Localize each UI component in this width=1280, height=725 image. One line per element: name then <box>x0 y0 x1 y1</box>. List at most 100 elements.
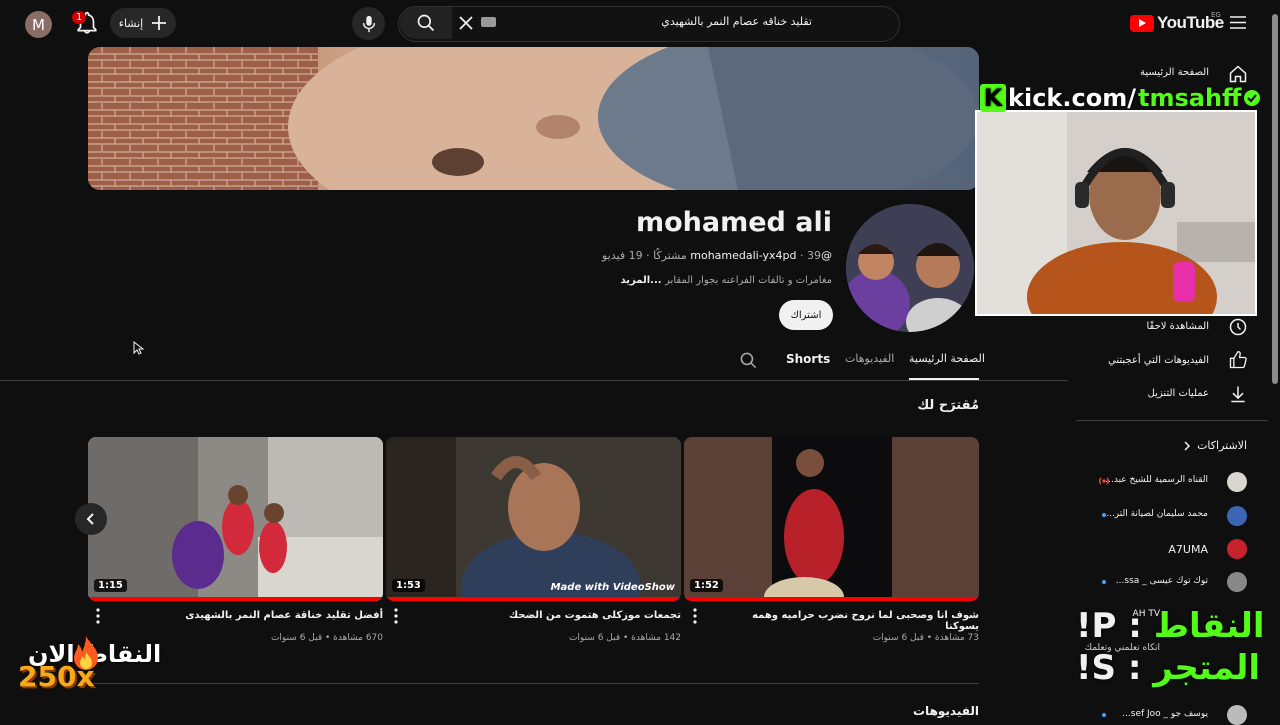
channel-avatar-small[interactable] <box>1227 539 1247 559</box>
mouse-cursor-icon <box>133 341 145 355</box>
banner-image <box>88 47 979 190</box>
channel-avatar[interactable] <box>846 204 974 332</box>
video-thumbnail[interactable]: 1:53 Made with VideoShow <box>386 437 681 601</box>
section-title-for-you: مُقترَح لك <box>917 398 979 413</box>
more-vert-icon <box>394 608 398 624</box>
points-command-label: النقاط <box>1153 606 1265 646</box>
channel-search-button[interactable] <box>739 351 758 370</box>
clock-icon[interactable] <box>1228 317 1248 337</box>
channel-name: mohamed ali <box>635 207 832 238</box>
keyboard-icon[interactable] <box>481 17 496 27</box>
microphone-icon <box>362 15 375 32</box>
kick-overlay: K kick.com/tmsahff <box>980 84 1261 112</box>
sidebar-item-watch-later[interactable]: المشاهدة لاحقًا <box>1146 321 1209 332</box>
watch-progress-bar <box>684 597 979 601</box>
tab-home[interactable]: الصفحة الرئيسية <box>909 352 985 365</box>
subscriptions-header[interactable]: الاشتراكات <box>1183 439 1247 452</box>
tab-shorts[interactable]: Shorts <box>786 352 830 366</box>
more-vert-icon <box>96 608 100 624</box>
video-title[interactable]: أفضل تقليد خناقة عصام النمر بالشهيدى <box>123 610 383 621</box>
channel-avatar-small[interactable] <box>1227 506 1247 526</box>
video-title[interactable]: شوف انا وصحبى لما نروح نضرب حراميه وهمه … <box>719 610 979 632</box>
search-icon <box>417 14 435 32</box>
close-icon <box>459 16 473 30</box>
video-menu-button[interactable] <box>96 608 100 624</box>
channel-avatar-small[interactable] <box>1227 472 1247 492</box>
video-duration: 1:15 <box>94 579 127 592</box>
thumbnail-image <box>88 437 383 601</box>
search-icon <box>740 352 757 369</box>
create-button[interactable]: إنشاء <box>110 8 176 38</box>
thumbs-up-icon[interactable] <box>1228 350 1248 370</box>
channel-avatar-small[interactable] <box>1227 572 1247 592</box>
subscription-item[interactable]: توك توك عيسى _ ssa... <box>1116 576 1208 586</box>
more-link[interactable]: ...المزيد <box>621 275 666 286</box>
channel-avatar-small[interactable] <box>1227 705 1247 725</box>
video-meta: 670 مشاهدة • قبل 6 سنوات <box>270 633 383 643</box>
live-icon <box>1098 476 1110 486</box>
youtube-play-icon <box>1130 14 1154 32</box>
video-title[interactable]: تجمعات موزكلى هتموت من الضحك <box>421 610 681 621</box>
menu-button[interactable] <box>1230 16 1246 29</box>
store-command-code: !S : <box>1076 648 1142 688</box>
kick-url-prefix: kick.com/ <box>1008 84 1136 112</box>
sidebar-item-home[interactable]: الصفحة الرئيسية <box>1140 67 1209 78</box>
store-command: !S : المتجر <box>1076 648 1260 688</box>
carousel-prev-button[interactable] <box>75 503 107 535</box>
new-content-dot <box>1102 513 1106 517</box>
subscription-item[interactable]: A7UMA <box>1168 543 1208 556</box>
verified-icon <box>1244 90 1261 106</box>
search-input[interactable]: تقليد خناقه عصام النمر بالشهيدي <box>661 15 812 28</box>
video-meta: 142 مشاهدة • قبل 6 سنوات <box>568 633 681 643</box>
create-label: إنشاء <box>118 16 144 30</box>
download-icon[interactable] <box>1228 384 1248 404</box>
hamburger-icon <box>1230 16 1246 29</box>
subscribe-button[interactable]: اشتراك <box>779 300 833 330</box>
channel-description[interactable]: مغامرات و تالفات الفراعنه بجوار المقابر … <box>621 275 833 286</box>
account-avatar[interactable]: M <box>25 11 52 38</box>
subscription-item[interactable]: محمد سليمان لصيانة التر... <box>1106 509 1208 519</box>
thumbnail-image <box>386 437 681 601</box>
voice-search-button[interactable] <box>352 7 385 40</box>
thumbnail-image <box>684 437 979 601</box>
scrollbar-thumb[interactable] <box>1272 14 1278 384</box>
points-command-code: !P : <box>1076 606 1142 646</box>
sidebar-item-downloads[interactable]: عمليات التنزيل <box>1148 388 1209 399</box>
tabs-divider <box>0 380 1068 381</box>
new-content-dot <box>1102 713 1106 717</box>
video-thumbnail[interactable]: 1:15 <box>88 437 383 601</box>
avatar-image <box>846 204 974 332</box>
subscription-item[interactable]: القناه الرسمية للشيخ عبد... <box>1105 475 1208 485</box>
home-icon[interactable] <box>1228 64 1248 84</box>
videoshow-watermark: Made with VideoShow <box>550 582 675 593</box>
video-duration: 1:52 <box>690 579 723 592</box>
channel-banner <box>88 47 979 190</box>
video-thumbnail[interactable]: 1:52 <box>684 437 979 601</box>
description-text: مغامرات و تالفات الفراعنه بجوار المقابر <box>665 275 832 286</box>
chevron-right-icon <box>1184 440 1191 451</box>
video-menu-button[interactable] <box>394 608 398 624</box>
subscriptions-title: الاشتراكات <box>1197 439 1247 452</box>
video-menu-button[interactable] <box>693 608 697 624</box>
clear-search-button[interactable] <box>457 14 475 32</box>
kick-logo-icon: K <box>980 84 1006 112</box>
new-content-dot <box>1102 580 1106 584</box>
video-duration: 1:53 <box>392 579 425 592</box>
plus-icon <box>152 16 167 30</box>
chevron-left-icon <box>86 513 94 525</box>
subscription-item[interactable]: يوسف جو _ sef Joo... <box>1122 709 1208 719</box>
region-code: EG <box>1211 11 1221 19</box>
youtube-logo[interactable]: YouTube <box>1130 13 1224 33</box>
watch-progress-bar <box>88 597 383 601</box>
sidebar-divider <box>1076 420 1268 421</box>
kick-username: tmsahff <box>1137 84 1242 112</box>
points-value: 250x <box>18 660 95 693</box>
watch-progress-bar <box>386 597 681 601</box>
tab-videos[interactable]: الفيديوهات <box>845 352 894 365</box>
sidebar-item-liked-videos[interactable]: الفيديوهات التي أعجبتني <box>1108 355 1209 366</box>
webcam-image <box>977 112 1255 314</box>
search-button[interactable] <box>400 7 452 39</box>
section-divider <box>88 683 979 684</box>
webcam-overlay <box>975 110 1257 316</box>
video-meta: 73 مشاهدة • قبل 6 سنوات <box>872 633 979 643</box>
